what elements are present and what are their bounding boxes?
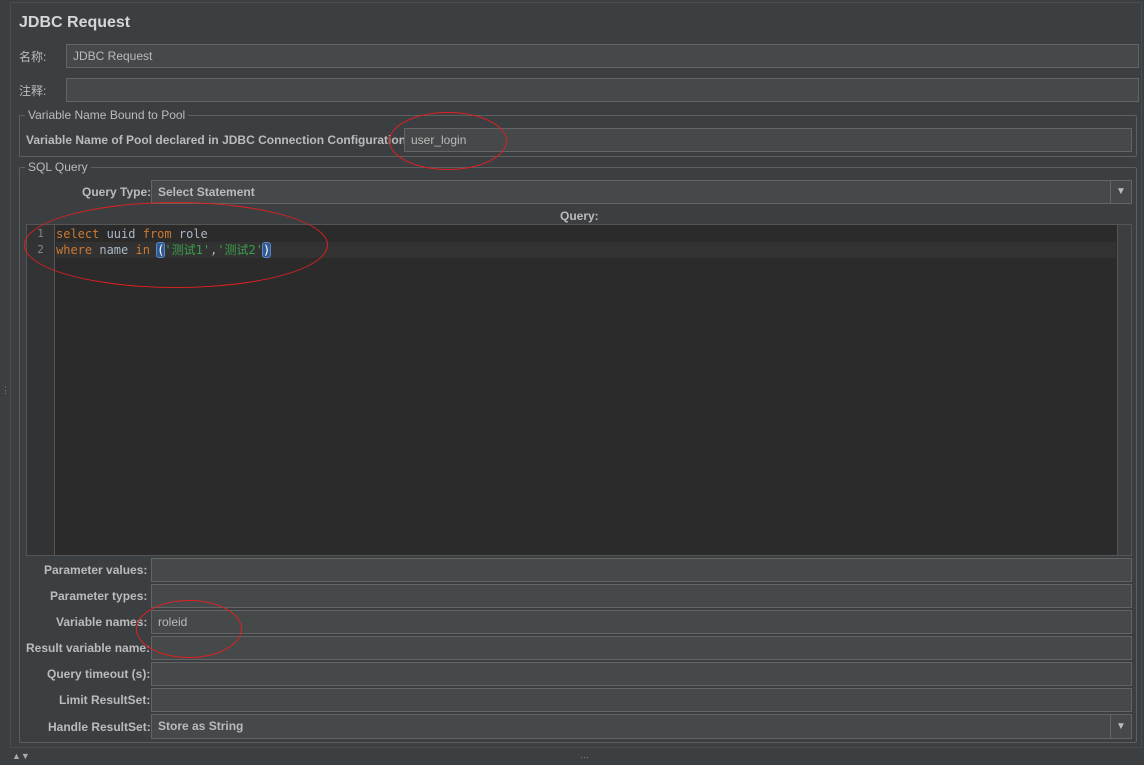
line-number: 2 [37,243,44,256]
code-line-2[interactable]: where name in ('测试1','测试2') [56,242,1116,258]
comment-label: 注释: [19,84,47,98]
handle-resultset-label: Handle ResultSet: [48,720,151,734]
name-label: 名称: [19,50,47,64]
chevron-down-icon[interactable]: ▼ [1110,181,1131,203]
variable-names-field[interactable]: roleid [151,610,1132,634]
pool-name-field[interactable]: user_login [404,128,1132,152]
parameter-values-label: Parameter values: [44,563,148,577]
code-line-1[interactable]: select uuid from role [56,226,1116,242]
query-label: Query: [560,209,599,223]
line-number: 1 [37,227,44,240]
query-type-label: Query Type: [82,185,152,199]
query-type-value: Select Statement [158,185,255,199]
splitter-left-handle[interactable]: ⋮ [1,385,10,396]
code-text: role [171,227,208,241]
query-type-select[interactable]: Select Statement ▼ [151,180,1132,204]
panel-title: JDBC Request [19,14,131,31]
keyword-select: select [56,227,100,241]
query-timeout-field[interactable] [151,662,1132,686]
pool-group-title: Variable Name Bound to Pool [25,108,189,122]
variable-names-label: Variable names: [56,615,148,629]
name-field[interactable]: JDBC Request [66,44,1139,68]
parameter-types-field[interactable] [151,584,1132,608]
query-timeout-label: Query timeout (s): [47,667,151,681]
handle-resultset-value: Store as String [158,719,244,733]
code-text: uuid [99,227,143,241]
result-variable-field[interactable] [151,636,1132,660]
code-text: name [92,243,136,257]
keyword-from: from [142,227,172,241]
result-variable-label: Result variable name: [26,641,151,655]
limit-resultset-field[interactable] [151,688,1132,712]
close-paren: ) [261,242,272,258]
chevron-down-icon[interactable]: ▼ [1110,715,1131,738]
sql-group-title: SQL Query [25,160,91,174]
splitter-bottom-handle[interactable]: ⋯ [580,752,589,763]
line-number-gutter: 1 2 [27,225,55,555]
collapse-arrows-icon[interactable]: ▲▼ [12,751,30,761]
keyword-where: where [56,243,93,257]
parameter-types-label: Parameter types: [50,589,148,603]
limit-resultset-label: Limit ResultSet: [59,693,151,707]
comment-field[interactable] [66,78,1139,102]
editor-scrollbar[interactable] [1117,225,1131,555]
string-literal: '测试1' [164,243,211,257]
keyword-in: in [135,243,150,257]
parameter-values-field[interactable] [151,558,1132,582]
handle-resultset-select[interactable]: Store as String ▼ [151,714,1132,739]
pool-name-label: Variable Name of Pool declared in JDBC C… [26,133,411,147]
string-literal: '测试2' [217,243,264,257]
sql-editor[interactable]: 1 2 select uuid from role where name in … [26,224,1132,556]
